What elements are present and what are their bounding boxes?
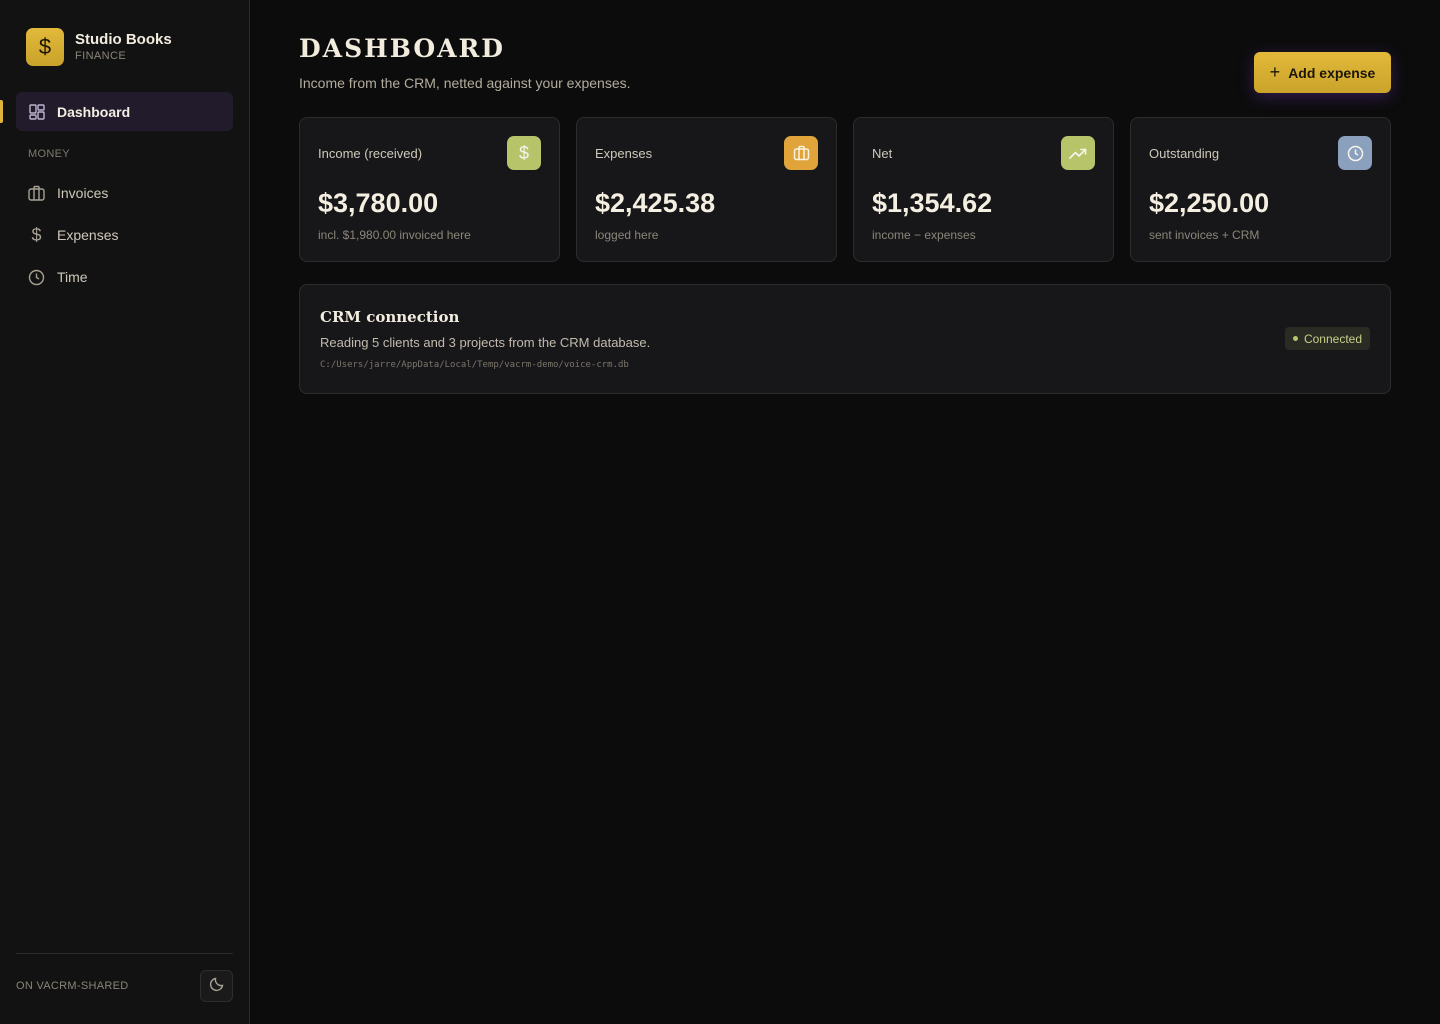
stat-value: $2,425.38	[595, 188, 716, 218]
moon-icon	[209, 976, 225, 997]
stat-note: sent invoices + CRM	[1149, 228, 1260, 242]
crm-db-path: C:/Users/jarre/AppData/Local/Temp/vacrm-…	[320, 360, 629, 370]
section-label-money: MONEY	[28, 148, 70, 160]
stat-label: Net	[872, 146, 893, 161]
trending-up-icon	[1061, 136, 1095, 170]
sidebar-item-label: Invoices	[57, 185, 109, 201]
status-label: Connected	[1303, 331, 1362, 346]
app-name: Studio Books	[75, 31, 172, 48]
sidebar-item-expenses[interactable]: $ Expenses	[16, 218, 233, 252]
stat-label: Expenses	[595, 146, 653, 161]
clock-icon	[1338, 136, 1372, 170]
sidebar: $ Studio Books FINANCE Dashboard MONEY I…	[0, 0, 250, 1024]
stat-card-outstanding: Outstanding $2,250.00 sent invoices + CR…	[1130, 117, 1391, 262]
crm-description: Reading 5 clients and 3 projects from th…	[320, 335, 651, 350]
page-subtitle: Income from the CRM, netted against your…	[299, 75, 631, 91]
stat-note: income − expenses	[872, 228, 976, 242]
stat-card-net: Net $1,354.62 income − expenses	[853, 117, 1114, 262]
sidebar-divider	[16, 953, 233, 954]
stat-value: $2,250.00	[1149, 188, 1270, 218]
stat-card-expenses: Expenses $2,425.38 logged here	[576, 117, 837, 262]
add-expense-label: Add expense	[1288, 64, 1376, 81]
add-expense-button[interactable]: + Add expense	[1254, 52, 1391, 93]
stat-value: $1,354.62	[872, 188, 993, 218]
sidebar-item-label: Expenses	[57, 227, 119, 243]
dollar-icon: $	[507, 136, 541, 170]
stat-label: Income (received)	[318, 146, 423, 161]
dollar-icon: $	[26, 28, 64, 66]
stat-value: $3,780.00	[318, 188, 439, 218]
stat-label: Outstanding	[1149, 146, 1220, 161]
briefcase-icon	[784, 136, 818, 170]
grid-icon	[28, 103, 45, 120]
sidebar-item-invoices[interactable]: Invoices	[16, 176, 233, 210]
page-title: DASHBOARD	[299, 34, 505, 63]
app-subtitle: FINANCE	[75, 50, 127, 62]
dollar-icon: $	[31, 224, 42, 245]
stat-note: incl. $1,980.00 invoiced here	[318, 228, 471, 242]
sidebar-item-dashboard[interactable]: Dashboard	[16, 92, 233, 131]
status-dot-icon	[1292, 336, 1298, 341]
briefcase-icon	[28, 185, 45, 202]
sidebar-item-time[interactable]: Time	[16, 260, 233, 294]
stat-card-income: Income (received) $ $3,780.00 incl. $1,9…	[299, 117, 560, 262]
clock-icon	[28, 269, 45, 286]
plus-icon: +	[1269, 62, 1281, 82]
sidebar-item-label: Time	[57, 269, 88, 285]
crm-connection-card: CRM connection Reading 5 clients and 3 p…	[299, 284, 1391, 394]
crm-title: CRM connection	[320, 308, 460, 326]
sidebar-item-label: Dashboard	[57, 103, 131, 120]
status-badge: Connected	[1284, 327, 1370, 350]
theme-toggle-button[interactable]	[200, 970, 233, 1002]
active-nav-indicator	[0, 100, 3, 123]
workspace-label: ON VACRM-SHARED	[16, 980, 129, 992]
brand[interactable]: $ Studio Books FINANCE	[26, 28, 172, 66]
stat-note: logged here	[595, 228, 659, 242]
